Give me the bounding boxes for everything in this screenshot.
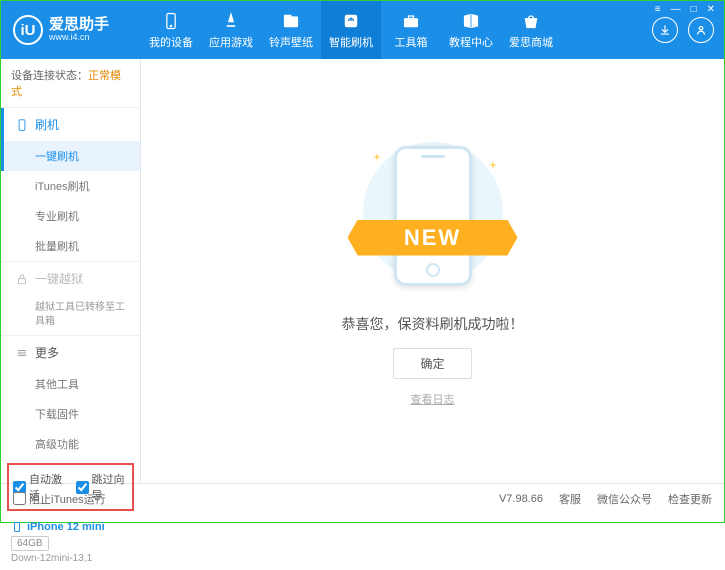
nav-label: 我的设备 — [149, 34, 193, 50]
device-info[interactable]: iPhone 12 mini 64GB Down-12mini-13,1 — [1, 515, 140, 570]
sidebar-section-jailbreak: 一键越狱 — [1, 262, 140, 295]
sidebar-item-download-firmware[interactable]: 下载固件 — [1, 399, 140, 429]
service-link[interactable]: 客服 — [559, 491, 581, 507]
app-name: 爱思助手 — [49, 17, 109, 34]
success-illustration: NEW — [343, 136, 523, 296]
sidebar-section-more[interactable]: 更多 — [1, 336, 140, 369]
main-nav: 我的设备 应用游戏 铃声壁纸 智能刷机 工具箱 教程中心 爱思商城 — [141, 1, 561, 59]
phone-icon — [15, 118, 29, 132]
nav-label: 爱思商城 — [509, 34, 553, 50]
nav-label: 工具箱 — [395, 34, 428, 50]
book-icon — [461, 11, 481, 31]
phone-icon — [161, 11, 181, 31]
nav-label: 智能刷机 — [329, 34, 373, 50]
new-ribbon: NEW — [348, 220, 518, 256]
sidebar-item-other-tools[interactable]: 其他工具 — [1, 369, 140, 399]
header: iU 爱思助手 www.i4.cn 我的设备 应用游戏 铃声壁纸 智能刷机 工具… — [1, 1, 724, 59]
nav-ringtones[interactable]: 铃声壁纸 — [261, 1, 321, 59]
nav-store[interactable]: 爱思商城 — [501, 1, 561, 59]
sidebar-item-advanced[interactable]: 高级功能 — [1, 429, 140, 459]
connection-status: 设备连接状态：正常模式 — [1, 59, 140, 107]
jailbreak-note: 越狱工具已转移至工具箱 — [1, 295, 140, 335]
apps-icon — [221, 11, 241, 31]
app-url: www.i4.cn — [49, 33, 109, 43]
sidebar-item-itunes-flash[interactable]: iTunes刷机 — [1, 171, 140, 201]
sidebar-item-oneclick-flash[interactable]: 一键刷机 — [1, 141, 140, 171]
sidebar: 设备连接状态：正常模式 刷机 一键刷机 iTunes刷机 专业刷机 批量刷机 一… — [1, 59, 141, 483]
logo-icon: iU — [13, 15, 43, 45]
storage-badge: 64GB — [11, 536, 49, 551]
toolbox-icon — [401, 11, 421, 31]
flash-icon — [341, 11, 361, 31]
main-content: NEW 恭喜您，保资料刷机成功啦！ 确定 查看日志 — [141, 59, 724, 483]
minimize-button[interactable]: — — [668, 4, 684, 15]
nav-label: 应用游戏 — [209, 34, 253, 50]
nav-tutorials[interactable]: 教程中心 — [441, 1, 501, 59]
wechat-link[interactable]: 微信公众号 — [597, 491, 652, 507]
nav-toolbox[interactable]: 工具箱 — [381, 1, 441, 59]
ok-button[interactable]: 确定 — [393, 348, 471, 379]
nav-my-device[interactable]: 我的设备 — [141, 1, 201, 59]
more-icon — [15, 346, 29, 360]
block-itunes-checkbox[interactable]: 阻止iTunes运行 — [13, 491, 106, 507]
success-message: 恭喜您，保资料刷机成功啦！ — [342, 314, 524, 334]
sidebar-item-pro-flash[interactable]: 专业刷机 — [1, 201, 140, 231]
menu-button[interactable]: ≡ — [652, 4, 664, 15]
store-icon — [521, 11, 541, 31]
sidebar-section-flash[interactable]: 刷机 — [1, 108, 140, 141]
maximize-button[interactable]: □ — [688, 4, 700, 15]
device-detail: Down-12mini-13,1 — [11, 553, 130, 564]
logo[interactable]: iU 爱思助手 www.i4.cn — [13, 15, 141, 45]
nav-label: 教程中心 — [449, 34, 493, 50]
lock-icon — [15, 272, 29, 286]
window-controls: ≡ — □ ✕ — [646, 1, 724, 18]
user-button[interactable] — [688, 17, 714, 43]
nav-apps[interactable]: 应用游戏 — [201, 1, 261, 59]
folder-icon — [281, 11, 301, 31]
sidebar-item-batch-flash[interactable]: 批量刷机 — [1, 231, 140, 261]
close-button[interactable]: ✕ — [704, 4, 718, 15]
download-button[interactable] — [652, 17, 678, 43]
version-label: V7.98.66 — [499, 493, 543, 505]
nav-flash[interactable]: 智能刷机 — [321, 1, 381, 59]
nav-label: 铃声壁纸 — [269, 34, 313, 50]
update-link[interactable]: 检查更新 — [668, 491, 712, 507]
view-log-link[interactable]: 查看日志 — [411, 391, 455, 407]
